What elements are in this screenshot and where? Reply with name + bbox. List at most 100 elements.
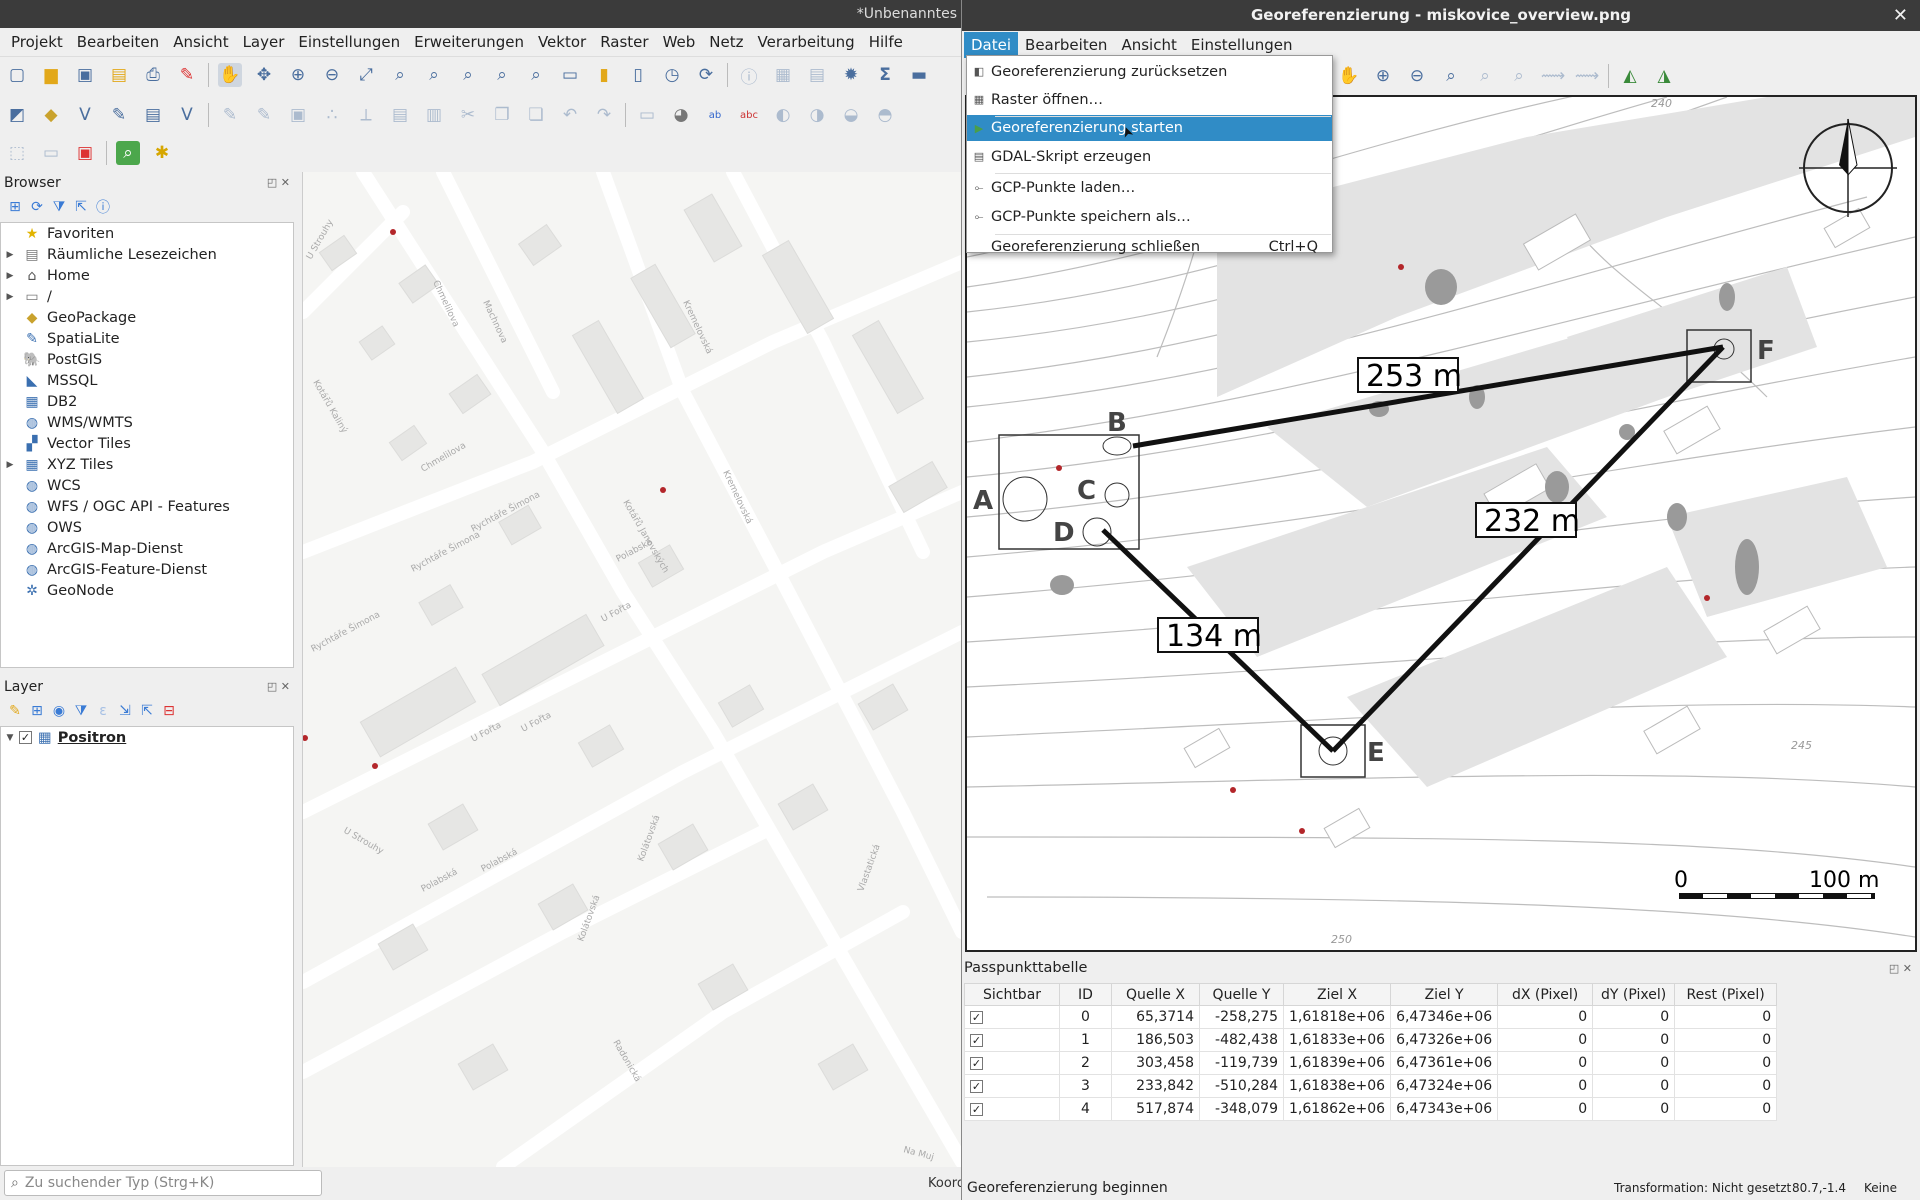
gcp-point-marker[interactable] [303, 735, 308, 741]
edit-pencil-icon[interactable]: ✎ [252, 103, 276, 127]
label-abc-red-icon[interactable]: abc [737, 103, 761, 127]
panel-float-close-icons[interactable]: ◰ ✕ [1889, 962, 1912, 975]
menu-projekt[interactable]: Projekt [4, 28, 70, 57]
save-as-icon[interactable]: ▤ [107, 63, 131, 87]
select-by-value-icon[interactable]: ▭ [39, 141, 63, 165]
label-tool-icon[interactable]: ▭ [635, 103, 659, 127]
refresh-icon[interactable]: ⟳ [694, 63, 718, 87]
gcp-visible-cell[interactable]: ✓ [964, 1097, 1060, 1121]
statistics-sum-icon[interactable]: Σ [873, 63, 897, 87]
column-header-dy-pixel[interactable]: dY (Pixel) [1592, 983, 1676, 1006]
gcp-cell-rest[interactable]: 0 [1674, 1051, 1778, 1075]
gcp-cell-qy[interactable]: -510,284 [1199, 1074, 1284, 1098]
menu-item-georeferenzierung-starten[interactable]: ▶ Georeferenzierung starten [967, 115, 1332, 142]
local-histogram-stretch-icon[interactable]: ◭ [1618, 64, 1642, 88]
gcp-visible-checkbox[interactable]: ✓ [970, 1034, 983, 1047]
gcp-visible-cell[interactable]: ✓ [964, 1028, 1060, 1052]
new-geopackage-layer-icon[interactable]: ◆ [39, 103, 63, 127]
gcp-cell-dx[interactable]: 0 [1497, 1051, 1594, 1075]
identify-icon[interactable]: ⓘ [737, 63, 761, 88]
zoom-last-icon[interactable]: ⌕ [1473, 64, 1497, 88]
gcp-point-marker[interactable] [660, 487, 666, 493]
column-header-dx-pixel[interactable]: dX (Pixel) [1497, 983, 1594, 1006]
modify-attributes-icon[interactable]: ▤ [388, 103, 412, 127]
open-attribute-table-icon[interactable]: ▦ [771, 63, 795, 87]
move-label-icon[interactable]: ◒ [839, 103, 863, 127]
gcp-cell-zy[interactable]: 6,47361e+06 [1390, 1051, 1499, 1075]
filter-icon[interactable]: ⧩ [48, 196, 70, 218]
menu-raster[interactable]: Raster [593, 28, 655, 57]
copy-icon[interactable]: ❐ [490, 103, 514, 127]
menu-item-gdal-skript-erzeugen[interactable]: ▤ GDAL-Skript erzeugen [967, 144, 1332, 170]
gcp-point-marker[interactable] [1056, 465, 1062, 471]
gcp-cell-dx[interactable]: 0 [1497, 1005, 1594, 1029]
gcp-cell-zx[interactable]: 1,61838e+06 [1282, 1074, 1392, 1098]
refresh-icon[interactable]: ⟳ [26, 196, 48, 218]
menu-netz[interactable]: Netz [702, 28, 750, 57]
gcp-point-marker[interactable] [1230, 787, 1236, 793]
gcp-point-marker[interactable] [1704, 595, 1710, 601]
expand-arrow-icon[interactable]: ▼ [1, 733, 19, 743]
browser-item-geonode[interactable]: ✲ GeoNode [1, 580, 293, 601]
zoom-last-icon[interactable]: ⌕ [490, 63, 514, 87]
browser-item-[interactable]: ▶ ▭ / [1, 286, 293, 307]
new-virtual-layer-icon[interactable]: V [175, 103, 199, 127]
gcp-cell-qx[interactable]: 186,503 [1111, 1028, 1200, 1052]
gcp-table-row[interactable]: ✓ 1 186,503 -482,438 1,61833e+06 6,47326e+06 0… [964, 1028, 1778, 1052]
add-feature-icon[interactable]: ∴ [320, 103, 344, 127]
gcp-cell-qx[interactable]: 303,458 [1111, 1051, 1200, 1075]
gcp-point-marker[interactable] [1398, 264, 1404, 270]
browser-item-wms-wmts[interactable]: ◍ WMS/WMTS [1, 412, 293, 433]
measure-icon[interactable]: ▬ [907, 63, 931, 87]
gcp-point-marker[interactable] [372, 763, 378, 769]
zoom-out-icon[interactable]: ⊖ [320, 63, 344, 87]
gcp-visible-cell[interactable]: ✓ [964, 1051, 1060, 1075]
filter-legend-icon[interactable]: ⧩ [70, 700, 92, 722]
menu-item-gcp-punkte-speichern-als[interactable]: ⟜ GCP-Punkte speichern als… [967, 204, 1332, 230]
gcp-cell-zx[interactable]: 1,61839e+06 [1282, 1051, 1392, 1075]
browser-item-wcs[interactable]: ◍ WCS [1, 475, 293, 496]
column-header-quelle-x[interactable]: Quelle X [1111, 983, 1200, 1006]
browser-item-arcgis-feature-dienst[interactable]: ◍ ArcGIS-Feature-Dienst [1, 559, 293, 580]
menu-vektor[interactable]: Vektor [531, 28, 593, 57]
add-group-icon[interactable]: ⊞ [26, 700, 48, 722]
gcp-cell-dy[interactable]: 0 [1592, 1005, 1676, 1029]
menu-item-raster-offnen[interactable]: ▦ Raster öffnen… [967, 87, 1332, 113]
gcp-cell-qx[interactable]: 233,842 [1111, 1074, 1200, 1098]
menu-erweiterungen[interactable]: Erweiterungen [407, 28, 531, 57]
browser-item-mssql[interactable]: ◣ MSSQL [1, 370, 293, 391]
gcp-table-row[interactable]: ✓ 4 517,874 -348,079 1,61862e+06 6,47343e+06 0… [964, 1097, 1778, 1121]
delete-icon[interactable]: ▥ [422, 103, 446, 127]
filter-by-expression-icon[interactable]: ε [92, 700, 114, 722]
pin-labels-icon[interactable]: ◐ [771, 103, 795, 127]
expand-arrow-icon[interactable]: ▶ [1, 271, 19, 281]
gcp-cell-id[interactable]: 0 [1059, 1005, 1112, 1029]
gcp-cell-id[interactable]: 4 [1059, 1097, 1112, 1121]
gcp-cell-dy[interactable]: 0 [1592, 1028, 1676, 1052]
cut-icon[interactable]: ✂ [456, 103, 480, 127]
browser-item-xyz-tiles[interactable]: ▶ ▦ XYZ Tiles [1, 454, 293, 475]
zoom-selection-icon[interactable]: ⌕ [388, 63, 412, 87]
menu-item-georeferenzierung-schlie-en[interactable]: Georeferenzierung schließen Ctrl+Q [967, 234, 1332, 260]
menu-hilfe[interactable]: Hilfe [862, 28, 910, 57]
gcp-cell-dy[interactable]: 0 [1592, 1097, 1676, 1121]
save-project-icon[interactable]: ▣ [73, 63, 97, 87]
layers-tree[interactable]: ▼ ✓ ▦ Positron [0, 726, 294, 1166]
gcp-cell-zy[interactable]: 6,47346e+06 [1390, 1005, 1499, 1029]
gcp-cell-qy[interactable]: -119,739 [1199, 1051, 1284, 1075]
zoom-out-icon[interactable]: ⊖ [1405, 64, 1429, 88]
vertex-tool-icon[interactable]: ⟂ [354, 103, 378, 127]
pan-icon[interactable]: ✋ [218, 63, 242, 87]
gcp-table[interactable]: Sichtbar ID Quelle X Quelle Y Ziel X Ziel YdX… [964, 983, 1778, 1121]
gcp-cell-dy[interactable]: 0 [1592, 1051, 1676, 1075]
column-header-ziel-y[interactable]: Ziel Y [1390, 983, 1499, 1006]
add-selected-layers-icon[interactable]: ⊞ [4, 196, 26, 218]
column-header-rest-pixel[interactable]: Rest (Pixel) [1674, 983, 1778, 1006]
remove-layer-icon[interactable]: ⊟ [158, 700, 180, 722]
gcp-cell-zy[interactable]: 6,47343e+06 [1390, 1097, 1499, 1121]
browser-item-spatialite[interactable]: ✎ SpatiaLite [1, 328, 293, 349]
column-header-id[interactable]: ID [1059, 983, 1112, 1006]
gcp-cell-rest[interactable]: 0 [1674, 1097, 1778, 1121]
gcp-point-marker[interactable] [1299, 828, 1305, 834]
data-source-manager-icon[interactable]: ◩ [5, 103, 29, 127]
